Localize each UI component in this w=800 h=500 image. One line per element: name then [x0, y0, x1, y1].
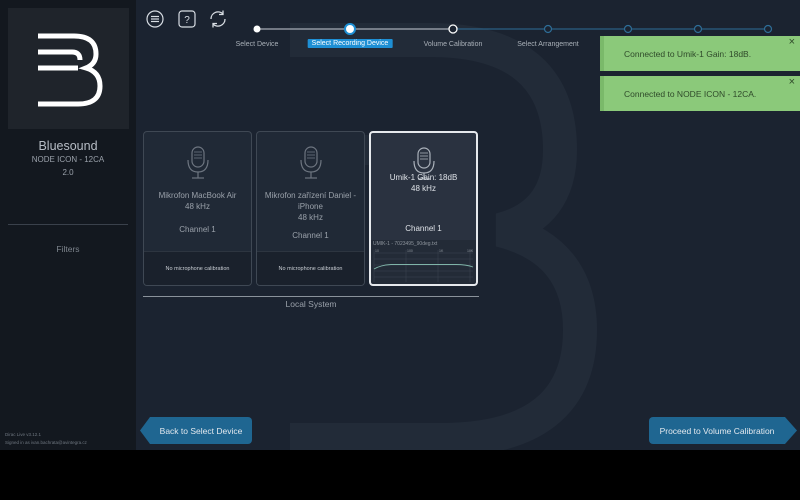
close-icon[interactable]: × [789, 36, 795, 48]
step-label-select-device[interactable]: Select Device [236, 41, 279, 48]
microphone-icon [299, 146, 322, 179]
microphone-rate: 48 kHz [185, 202, 210, 211]
toast-message: Connected to NODE ICON - 12CA. [624, 88, 757, 99]
microphone-name-text: Mikrofon MacBook Air [158, 191, 237, 200]
step-label-select-arrangement[interactable]: Select Arrangement [517, 41, 578, 48]
calibration-graph: UMIK-1 - 7023495_90deg.txt 10 100 1K 10K [371, 240, 476, 284]
graph-tick: 10K [467, 249, 474, 253]
microphone-name: Mikrofon MacBook Air 48 kHz [148, 190, 247, 212]
step-label-volume-calibration[interactable]: Volume Calibration [424, 41, 483, 48]
toast-message: Connected to Umik-1 Gain: 18dB. [624, 48, 752, 59]
toast-accent [600, 36, 604, 71]
microphone-card-macbook[interactable]: Mikrofon MacBook Air 48 kHz Channel 1 No… [143, 131, 252, 286]
step-dot[interactable] [623, 24, 633, 34]
microphone-name-text: Umik-1 Gain: 18dB [389, 173, 458, 182]
proceed-to-volume-calibration-button[interactable]: Proceed to Volume Calibration [649, 417, 797, 444]
calibration-status: No microphone calibration [144, 251, 251, 285]
microphone-channel: Channel 1 [179, 225, 216, 234]
brand-name: Bluesound [38, 139, 98, 153]
stepper-track [253, 23, 773, 35]
notification-toast: Connected to Umik-1 Gain: 18dB. × [600, 36, 800, 71]
filters-item[interactable]: Filters [0, 244, 136, 254]
graph-tick: 1K [439, 249, 444, 253]
calibration-status: No microphone calibration [257, 251, 364, 285]
group-label: Local System [285, 299, 337, 309]
close-icon[interactable]: × [789, 76, 795, 88]
step-dot-volume-calibration[interactable] [448, 24, 458, 34]
microphone-card-iphone[interactable]: Mikrofon zařízení Daniel - iPhone 48 kHz… [256, 131, 365, 286]
microphone-icon [186, 146, 209, 179]
microphone-card-umik[interactable]: Umik-1 Gain: 18dB 48 kHz Channel 1 UMIK-… [369, 131, 478, 286]
step-dot-select-device[interactable] [253, 25, 261, 33]
group-divider [143, 296, 479, 297]
step-dot-select-recording-device[interactable] [344, 23, 356, 35]
microphone-name: Mikrofon zařízení Daniel - iPhone 48 kHz [261, 190, 360, 223]
step-dot-select-arrangement[interactable] [543, 24, 553, 34]
signed-in-text: Signed in as ivan.bachrata@avintegra.cz [5, 440, 87, 445]
step-dot[interactable] [763, 24, 773, 34]
microphone-channel: Channel 1 [405, 224, 442, 233]
toast-accent [600, 76, 604, 111]
graph-tick: 10 [375, 249, 379, 253]
step-dot[interactable] [693, 24, 703, 34]
device-version: 2.0 [62, 168, 74, 177]
frequency-response-chart: 10 100 1K 10K [373, 249, 474, 282]
notification-toast: Connected to NODE ICON - 12CA. × [600, 76, 800, 111]
sidebar: Bluesound NODE ICON - 12CA 2.0 Filters D… [0, 0, 136, 450]
sidebar-divider [8, 224, 128, 225]
graph-tick: 100 [407, 249, 413, 253]
microphone-name: Umik-1 Gain: 18dB 48 kHz [375, 161, 472, 194]
microphone-rate: 48 kHz [298, 213, 323, 222]
microphone-channel: Channel 1 [292, 231, 329, 240]
back-to-select-device-button[interactable]: Back to Select Device [140, 417, 252, 444]
microphone-rate: 48 kHz [411, 184, 436, 193]
device-name: NODE ICON - 12CA [31, 155, 105, 164]
step-label-select-recording-device[interactable]: Select Recording Device [307, 39, 393, 48]
app-window: Bluesound NODE ICON - 12CA 2.0 Filters D… [0, 0, 800, 450]
version-text: Dirac Live v3.12.1 [5, 432, 42, 437]
bottom-black-bar [0, 450, 800, 500]
microphone-name-text: Mikrofon zařízení Daniel - iPhone [264, 191, 357, 211]
